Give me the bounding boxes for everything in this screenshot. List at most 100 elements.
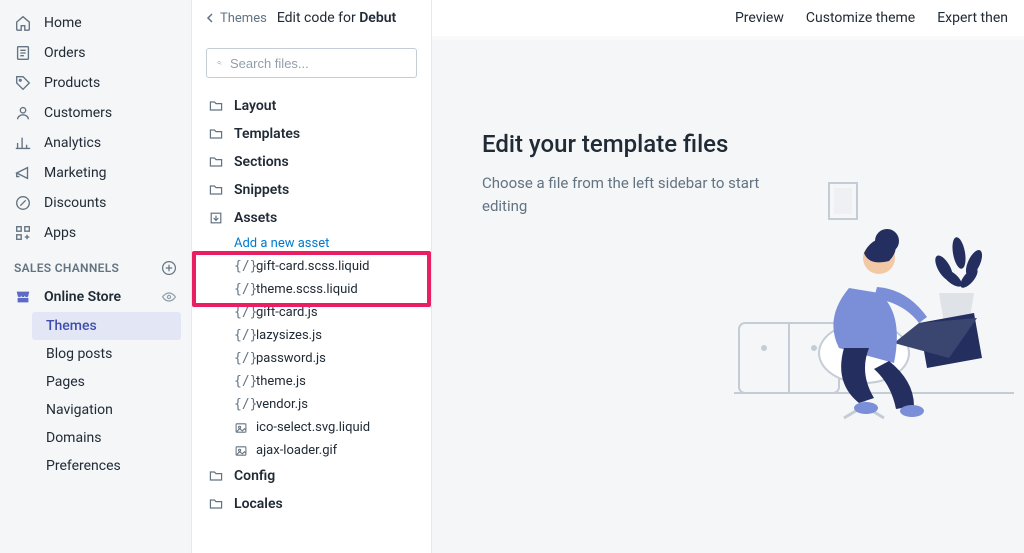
code-icon: {/} (234, 374, 248, 389)
folder-open-icon (208, 210, 224, 226)
file-name: password.js (256, 351, 326, 366)
folder-icon (208, 468, 224, 484)
chevron-left-icon (206, 13, 216, 23)
editor-actions: Preview Customize theme Expert then (432, 0, 1024, 36)
home-icon (14, 14, 32, 32)
file-password-js[interactable]: {/} password.js (224, 347, 425, 370)
code-icon: {/} (234, 328, 248, 343)
main-sidebar: Home Orders Products Customers Analytics… (0, 0, 192, 553)
files-panel: Themes Edit code for Debut Layout Templa… (192, 0, 432, 553)
products-icon (14, 74, 32, 92)
nav-home[interactable]: Home (0, 8, 191, 38)
action-expert[interactable]: Expert then (937, 10, 1008, 26)
nav-products[interactable]: Products (0, 68, 191, 98)
image-icon (234, 444, 248, 458)
customers-icon (14, 104, 32, 122)
nav-customers[interactable]: Customers (0, 98, 191, 128)
action-customize[interactable]: Customize theme (806, 10, 915, 26)
orders-icon (14, 44, 32, 62)
back-label: Themes (220, 11, 267, 26)
channel-online-store[interactable]: Online Store (0, 282, 191, 312)
folder-label: Layout (234, 98, 276, 114)
file-name: vendor.js (256, 397, 308, 412)
folder-icon (208, 154, 224, 170)
nav-label: Discounts (44, 195, 106, 211)
search-icon (217, 55, 222, 71)
code-icon: {/} (234, 282, 248, 297)
action-preview[interactable]: Preview (735, 10, 784, 26)
nav-analytics[interactable]: Analytics (0, 128, 191, 158)
subnav-themes[interactable]: Themes (32, 312, 181, 340)
file-name: lazysizes.js (256, 328, 322, 343)
file-name: theme.js (256, 374, 306, 389)
file-gift-card-js[interactable]: {/} gift-card.js (224, 301, 425, 324)
search-files[interactable] (206, 48, 417, 78)
sales-channels-label: SALES CHANNELS (14, 261, 119, 275)
code-icon: {/} (234, 305, 248, 320)
page-title: Edit code for Debut (277, 10, 396, 26)
assets-file-list: {/} gift-card.scss.liquid {/} theme.scss… (198, 255, 425, 462)
folder-sections[interactable]: Sections (198, 148, 425, 176)
apps-icon (14, 224, 32, 242)
analytics-icon (14, 134, 32, 152)
editor-pane: Preview Customize theme Expert then Edit… (432, 0, 1024, 553)
folder-assets[interactable]: Assets (198, 204, 425, 232)
subnav-navigation[interactable]: Navigation (32, 396, 191, 424)
add-channel-icon[interactable] (161, 260, 177, 276)
folder-icon (208, 126, 224, 142)
store-icon (14, 288, 32, 306)
discounts-icon (14, 194, 32, 212)
online-store-subnav: Themes Blog posts Pages Navigation Domai… (0, 312, 191, 480)
nav-apps[interactable]: Apps (0, 218, 191, 248)
folder-templates[interactable]: Templates (198, 120, 425, 148)
nav-orders[interactable]: Orders (0, 38, 191, 68)
nav-label: Orders (44, 45, 86, 61)
file-ico-select[interactable]: ico-select.svg.liquid (224, 416, 425, 439)
nav-discounts[interactable]: Discounts (0, 188, 191, 218)
nav-label: Apps (44, 225, 76, 241)
folder-locales[interactable]: Locales (198, 490, 425, 518)
code-icon: {/} (234, 397, 248, 412)
image-icon (234, 421, 248, 435)
add-asset-link[interactable]: Add a new asset (198, 232, 425, 255)
subnav-preferences[interactable]: Preferences (32, 452, 191, 480)
file-gift-card-scss[interactable]: {/} gift-card.scss.liquid (224, 255, 425, 278)
code-icon: {/} (234, 351, 248, 366)
file-theme-js[interactable]: {/} theme.js (224, 370, 425, 393)
file-name: gift-card.scss.liquid (256, 259, 369, 274)
folder-icon (208, 182, 224, 198)
folder-label: Config (234, 468, 275, 484)
folder-label: Snippets (234, 182, 289, 198)
folder-snippets[interactable]: Snippets (198, 176, 425, 204)
subnav-blog-posts[interactable]: Blog posts (32, 340, 191, 368)
search-input[interactable] (230, 56, 406, 71)
folder-config[interactable]: Config (198, 462, 425, 490)
back-to-themes[interactable]: Themes (206, 11, 267, 26)
file-theme-scss[interactable]: {/} theme.scss.liquid (224, 278, 425, 301)
subnav-pages[interactable]: Pages (32, 368, 191, 396)
file-name: ajax-loader.gif (256, 443, 337, 458)
folder-label: Templates (234, 126, 300, 142)
sales-channels-header: SALES CHANNELS (0, 248, 191, 282)
folder-label: Sections (234, 154, 289, 170)
nav-label: Analytics (44, 135, 101, 151)
nav-label: Marketing (44, 165, 107, 181)
subnav-domains[interactable]: Domains (32, 424, 191, 452)
file-name: ico-select.svg.liquid (256, 420, 370, 435)
file-ajax-loader[interactable]: ajax-loader.gif (224, 439, 425, 462)
editor-heading: Edit your template files (482, 130, 728, 158)
file-vendor-js[interactable]: {/} vendor.js (224, 393, 425, 416)
editor-illustration (734, 173, 1014, 433)
nav-marketing[interactable]: Marketing (0, 158, 191, 188)
folder-icon (208, 98, 224, 114)
folder-layout[interactable]: Layout (198, 92, 425, 120)
nav-label: Customers (44, 105, 112, 121)
nav-label: Home (44, 15, 82, 31)
folder-icon (208, 496, 224, 512)
marketing-icon (14, 164, 32, 182)
channel-label: Online Store (44, 289, 121, 305)
file-name: gift-card.js (256, 305, 318, 320)
folder-label: Assets (234, 210, 277, 226)
file-lazysizes-js[interactable]: {/} lazysizes.js (224, 324, 425, 347)
view-store-icon[interactable] (161, 289, 177, 305)
